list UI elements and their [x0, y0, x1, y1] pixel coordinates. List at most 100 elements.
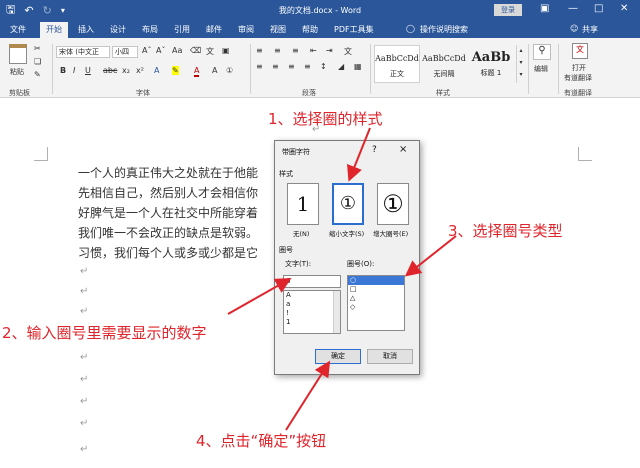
dialog-close-button[interactable]: ×	[399, 144, 407, 155]
tab-view[interactable]: 视图	[270, 24, 286, 35]
text-list[interactable]: A a ! 1	[283, 290, 341, 334]
justify-icon[interactable]: ≡	[304, 62, 311, 71]
dialog-help-button[interactable]: ?	[372, 145, 377, 155]
open-translate-button[interactable]: 打开	[572, 63, 586, 73]
bold-icon[interactable]: B	[60, 66, 66, 75]
search-icon[interactable]: ⚲	[533, 44, 551, 60]
italic-icon[interactable]: I	[73, 66, 75, 75]
ok-button[interactable]: 确定	[315, 349, 361, 364]
doc-line-3[interactable]: 好脾气是一个人在社交中所能穿着	[78, 204, 258, 221]
text-list-scrollbar[interactable]	[333, 291, 340, 333]
highlight-icon[interactable]: ✎	[172, 66, 179, 75]
paragraph-mark: ↵	[80, 306, 89, 317]
list-item[interactable]: △	[348, 294, 404, 303]
grow-font-icon[interactable]: Aˆ	[142, 46, 151, 55]
translate-group-label: 有道翻译	[564, 89, 592, 97]
tell-me-search[interactable]: 操作说明搜索	[420, 24, 468, 35]
list-item[interactable]: □	[348, 285, 404, 294]
tab-references[interactable]: 引用	[174, 24, 190, 35]
tab-home[interactable]: 开始	[40, 22, 68, 38]
strikethrough-icon[interactable]: abc	[103, 66, 117, 75]
text-input[interactable]: 6	[283, 275, 341, 288]
list-item[interactable]: a	[284, 300, 340, 309]
tab-file[interactable]: 文件	[10, 24, 26, 35]
styles-gallery-scroll[interactable]: ▴ ▾ ▾	[516, 45, 525, 83]
crop-mark-left	[34, 147, 48, 161]
list-item[interactable]: ◇	[348, 303, 404, 312]
styles-group-label: 样式	[436, 89, 450, 97]
paragraph-group-label: 段落	[302, 89, 316, 97]
doc-line-4[interactable]: 我们唯一不会改正的缺点是软弱。	[78, 224, 258, 241]
translate-icon[interactable]: 文	[572, 43, 588, 59]
login-button[interactable]: 登录	[494, 4, 522, 16]
paste-button[interactable]: 粘贴	[10, 67, 24, 77]
clear-format-icon[interactable]: ⌫	[190, 46, 201, 55]
paragraph-mark: ↵	[80, 418, 89, 429]
style-normal[interactable]: AaBbCcDd 正文	[374, 45, 420, 83]
style-no-spacing[interactable]: AaBbCcDd 无间隔	[421, 45, 467, 83]
bullets-icon[interactable]: ≡	[256, 46, 263, 55]
paragraph-shading-icon[interactable]: ◢	[338, 62, 344, 71]
translate-label: 有道翻译	[564, 74, 592, 82]
ribbon: 粘贴 ✂ ❏ ✎ 剪贴板 宋体 (中文正 小四 Aˆ Aˇ Aa ⌫ 文 ▣ B…	[0, 38, 640, 98]
editing-button[interactable]: 编辑	[534, 64, 548, 74]
font-size-select[interactable]: 小四	[112, 46, 138, 58]
phonetic-icon[interactable]: 文	[206, 46, 214, 57]
enclosure-list[interactable]: ○ □ △ ◇	[347, 275, 405, 331]
copy-icon[interactable]: ❏	[34, 57, 41, 66]
multilevel-list-icon[interactable]: ≡	[292, 46, 299, 55]
underline-icon[interactable]: U	[85, 66, 91, 75]
style-option-shrink-text[interactable]: ①	[332, 183, 364, 225]
style-normal-sample: AaBbCcDd	[375, 54, 419, 63]
ribbon-display-icon[interactable]: ▣	[540, 3, 549, 14]
style-heading-1-sample: AaBb	[471, 50, 511, 65]
borders-icon[interactable]: ▦	[354, 62, 362, 71]
list-item[interactable]: A	[284, 291, 340, 300]
style-option-none[interactable]: 1	[287, 183, 319, 225]
paste-icon[interactable]	[9, 44, 27, 64]
line-spacing-icon[interactable]: ↕	[320, 62, 327, 71]
minimize-icon[interactable]: —	[568, 3, 578, 14]
numbering-icon[interactable]: ≡	[274, 46, 281, 55]
tab-layout[interactable]: 布局	[142, 24, 158, 35]
close-icon[interactable]: ✕	[620, 3, 628, 14]
tab-review[interactable]: 审阅	[238, 24, 254, 35]
font-name-select[interactable]: 宋体 (中文正	[56, 46, 110, 58]
tab-pdf-tools[interactable]: PDF工具集	[334, 24, 374, 35]
shading-icon[interactable]: A	[212, 66, 217, 75]
cancel-button[interactable]: 取消	[367, 349, 413, 364]
align-right-icon[interactable]: ≡	[288, 62, 295, 71]
increase-indent-icon[interactable]: ⇥	[326, 46, 333, 55]
char-border-icon[interactable]: ▣	[222, 46, 230, 55]
chinese-layout-icon[interactable]: 文	[344, 46, 352, 57]
tab-design[interactable]: 设计	[110, 24, 126, 35]
doc-line-1[interactable]: 一个人的真正伟大之处就在于他能	[78, 164, 258, 181]
restore-icon[interactable]: □	[594, 3, 603, 14]
tab-insert[interactable]: 插入	[78, 24, 94, 35]
style-option-enlarge-symbol[interactable]: ①	[377, 183, 409, 225]
share-button[interactable]: 共享	[582, 24, 598, 35]
enclose-characters-icon[interactable]: ①	[226, 66, 233, 75]
shrink-font-icon[interactable]: Aˇ	[156, 46, 165, 55]
change-case-icon[interactable]: Aa	[172, 46, 182, 55]
format-painter-icon[interactable]: ✎	[34, 70, 41, 79]
style-no-spacing-name: 无间隔	[433, 70, 455, 78]
align-left-icon[interactable]: ≡	[256, 62, 263, 71]
list-item[interactable]: !	[284, 309, 340, 318]
doc-line-5[interactable]: 习惯，我们每个人或多或少都是它	[78, 244, 258, 261]
list-item[interactable]: ○	[348, 276, 404, 285]
tab-mailings[interactable]: 邮件	[206, 24, 222, 35]
subscript-icon[interactable]: x₂	[122, 66, 130, 75]
tab-help[interactable]: 帮助	[302, 24, 318, 35]
style-label-none: 无(N)	[293, 230, 310, 238]
align-center-icon[interactable]: ≡	[272, 62, 279, 71]
annotation-step-1: 1、选择圈的样式	[268, 110, 383, 128]
text-effects-icon[interactable]: A	[154, 66, 159, 75]
font-color-icon[interactable]: A	[194, 66, 200, 77]
style-heading-1[interactable]: AaBb 标题 1	[468, 45, 514, 83]
cut-icon[interactable]: ✂	[34, 44, 41, 53]
superscript-icon[interactable]: x²	[136, 66, 144, 75]
doc-line-2[interactable]: 先相信自己，然后别人才会相信你	[78, 184, 258, 201]
decrease-indent-icon[interactable]: ⇤	[310, 46, 317, 55]
list-item[interactable]: 1	[284, 318, 340, 327]
